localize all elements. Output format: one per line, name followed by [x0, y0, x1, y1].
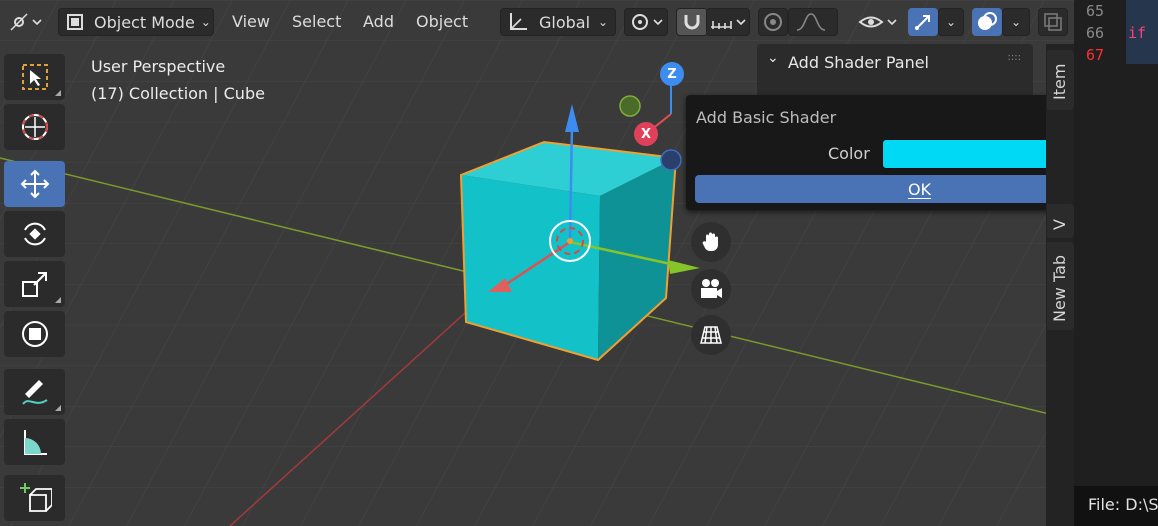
pivot-icon [632, 14, 663, 30]
add-cube-icon [19, 483, 52, 512]
nav-gizmo-z[interactable]: Z [660, 62, 684, 86]
view3d-icon [10, 13, 42, 31]
color-label: Color [828, 144, 870, 163]
transform-icon [21, 321, 48, 347]
tool-scale[interactable] [4, 261, 65, 307]
drag-handle-icon[interactable]: :::: [1008, 52, 1021, 63]
eye-icon [858, 16, 897, 28]
popup-title: Add Basic Shader [696, 108, 837, 127]
proportional-edit-toggle[interactable] [758, 8, 788, 36]
snap-toggle[interactable] [676, 8, 708, 36]
measure-icon [23, 430, 47, 455]
select-box-icon [21, 64, 48, 90]
menu-add[interactable]: Add [363, 12, 394, 31]
xray-toggle[interactable] [1038, 8, 1068, 36]
proportional-edit-icon [764, 13, 782, 31]
menu-view[interactable]: View [232, 12, 270, 31]
perspective-label: User Perspective [91, 57, 226, 76]
chevron-down-icon[interactable]: ⌄ [767, 50, 779, 66]
shader-panel-title: Add Shader Panel [788, 53, 929, 72]
rotate-icon [23, 222, 46, 246]
viewport-header: Object Mode ⌄ View Select Add Object Glo… [0, 0, 1074, 46]
move-icon [20, 169, 49, 199]
gizmo-arrow-icon [915, 15, 930, 30]
pivot-point-dropdown[interactable] [624, 8, 668, 36]
code-fragment: if [1128, 24, 1147, 42]
falloff-curve-icon [796, 13, 826, 31]
xray-icon [1044, 13, 1062, 31]
grid-ortho-icon [700, 326, 722, 344]
chevron-down-icon: ⌄ [200, 15, 211, 29]
3d-viewport[interactable]: Z X Object Mode ⌄ View Select Add Object [0, 0, 1074, 526]
chevron-down-icon: ⌄ [598, 15, 609, 29]
tool-add-cube[interactable] [4, 475, 65, 521]
tool-move[interactable] [4, 161, 65, 207]
chevron-down-icon: ⌄ [1010, 15, 1022, 29]
snap-target-dropdown[interactable] [706, 8, 750, 36]
tab-view[interactable]: V [1047, 204, 1074, 238]
nav-pan-button[interactable] [691, 222, 731, 262]
transform-orientation-label: Global [539, 12, 591, 32]
tool-annotate[interactable] [4, 369, 65, 415]
orientation-icon [510, 13, 527, 30]
collection-label: (17) Collection | Cube [91, 84, 265, 103]
tab-item-label: Item [1050, 63, 1069, 100]
hand-pan-icon [702, 232, 718, 251]
nav-gizmo-x-label: X [640, 126, 652, 142]
nav-ortho-button[interactable] [691, 315, 731, 355]
tool-rotate[interactable] [4, 211, 65, 257]
chevron-down-icon: ⌄ [945, 15, 957, 29]
text-editor[interactable]: 65 66 67 if [1074, 0, 1158, 526]
tool-cursor[interactable] [4, 104, 65, 150]
tool-select-box[interactable] [4, 54, 65, 100]
tool-measure[interactable] [4, 419, 65, 465]
tab-new-tab-label: New Tab [1050, 254, 1069, 322]
ok-label: OK [907, 179, 932, 199]
line-number-current: 67 [1086, 46, 1105, 64]
tab-new-tab[interactable]: New Tab [1047, 242, 1074, 330]
mode-dropdown[interactable]: Object Mode ⌄ [58, 8, 214, 36]
annotate-icon [21, 380, 48, 405]
editor-type-button[interactable] [6, 8, 46, 36]
menu-object[interactable]: Object [416, 12, 468, 31]
file-path: File: D:\S [1088, 495, 1158, 514]
ok-button[interactable]: OK [695, 175, 1074, 203]
menu-select[interactable]: Select [292, 12, 341, 31]
transform-orientation-dropdown[interactable]: Global ⌄ [500, 8, 616, 36]
magnet-icon [684, 15, 700, 30]
nav-gizmo-z-label: Z [667, 66, 677, 82]
nav-camera-button[interactable] [691, 269, 731, 309]
add-shader-popup: Add Basic Shader Color OK [686, 95, 1074, 210]
nav-gizmo-x[interactable]: X [634, 122, 658, 146]
tool-transform[interactable] [4, 311, 65, 357]
falloff-dropdown[interactable] [788, 8, 838, 36]
gizmo-toggle[interactable] [908, 8, 938, 36]
mode-label: Object Mode [94, 12, 195, 32]
shader-panel[interactable]: ⌄ Add Shader Panel :::: [757, 44, 1033, 98]
camera-icon [701, 279, 722, 298]
sidebar-tabs: Item V New Tab [1046, 44, 1074, 526]
status-bar: File: D:\S [1074, 486, 1158, 526]
line-number: 66 [1086, 24, 1105, 42]
line-number: 65 [1086, 2, 1105, 20]
cursor-icon [21, 114, 48, 140]
object-mode-icon [67, 14, 83, 30]
overlay-toggle[interactable] [972, 8, 1002, 36]
overlay-icon [978, 12, 997, 30]
visibility-dropdown[interactable] [856, 8, 900, 36]
overlay-dropdown[interactable]: ⌄ [1002, 8, 1030, 36]
snap-increment-icon [711, 19, 746, 29]
tab-view-label: V [1050, 219, 1069, 230]
tab-item[interactable]: Item [1047, 50, 1074, 110]
gizmo-dropdown[interactable]: ⌄ [938, 8, 964, 36]
scale-icon [21, 272, 47, 297]
